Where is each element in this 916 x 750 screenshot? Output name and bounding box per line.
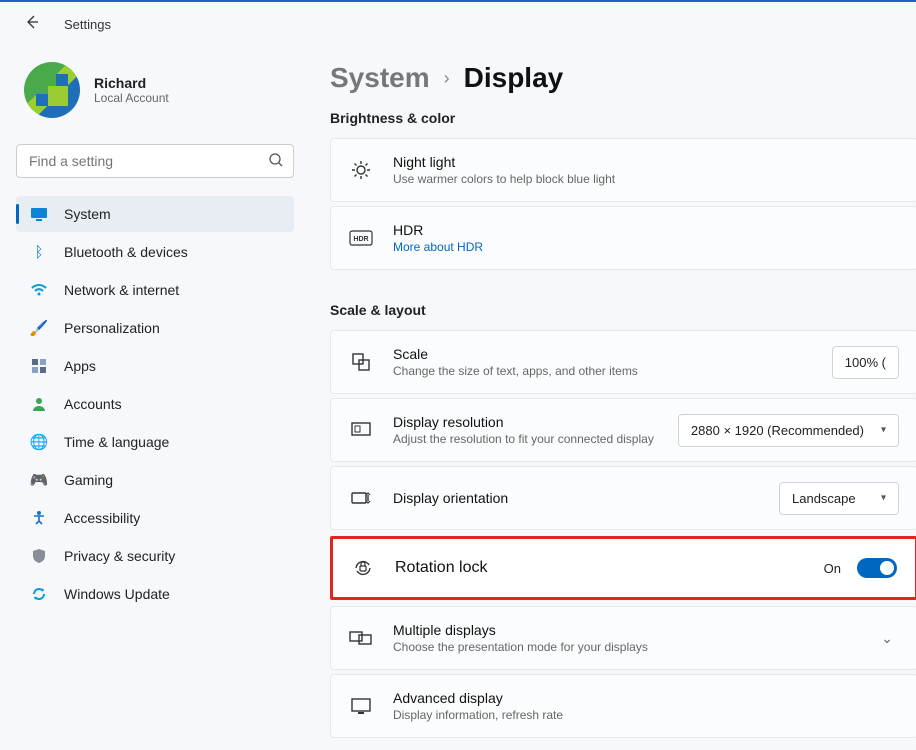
- nav-label: Personalization: [64, 320, 160, 336]
- nav-item-gaming[interactable]: 🎮 Gaming: [16, 462, 294, 498]
- main-content: System › Display Brightness & color Nigh…: [310, 46, 916, 750]
- sidebar: Richard Local Account System ᛒ Bluetooth …: [0, 46, 310, 750]
- nav-label: Bluetooth & devices: [64, 244, 188, 260]
- brush-icon: 🖌️: [30, 319, 48, 337]
- toggle-state-label: On: [824, 561, 841, 576]
- chevron-down-icon[interactable]: ⌄: [875, 630, 899, 647]
- scale-icon: [349, 350, 373, 374]
- nav-item-time[interactable]: 🌐 Time & language: [16, 424, 294, 460]
- nav-item-update[interactable]: Windows Update: [16, 576, 294, 612]
- nav-item-privacy[interactable]: Privacy & security: [16, 538, 294, 574]
- search-wrap: [16, 144, 294, 178]
- resolution-dropdown[interactable]: 2880 × 1920 (Recommended): [678, 414, 899, 447]
- card-sub: Display information, refresh rate: [393, 708, 899, 722]
- avatar: [24, 62, 80, 118]
- card-title: HDR: [393, 222, 899, 238]
- update-icon: [30, 585, 48, 603]
- nav-label: Accounts: [64, 396, 122, 412]
- card-multiple-displays[interactable]: Multiple displays Choose the presentatio…: [330, 606, 916, 670]
- card-scale[interactable]: Scale Change the size of text, apps, and…: [330, 330, 916, 394]
- rotation-lock-icon: [351, 556, 375, 580]
- wifi-icon: [30, 281, 48, 299]
- back-button[interactable]: [24, 14, 40, 35]
- section-brightness-title: Brightness & color: [330, 110, 916, 126]
- card-title: Advanced display: [393, 690, 899, 706]
- user-name: Richard: [94, 75, 169, 91]
- arrow-left-icon: [24, 14, 40, 30]
- card-title: Night light: [393, 154, 899, 170]
- multiple-displays-icon: [349, 626, 373, 650]
- card-orientation[interactable]: Display orientation Landscape: [330, 466, 916, 530]
- accessibility-icon: [30, 509, 48, 527]
- card-rotation-lock[interactable]: Rotation lock On: [330, 536, 916, 600]
- resolution-icon: [349, 418, 373, 442]
- card-sub: Choose the presentation mode for your di…: [393, 640, 855, 654]
- orientation-dropdown[interactable]: Landscape: [779, 482, 899, 515]
- nav-label: Privacy & security: [64, 548, 175, 564]
- card-title: Rotation lock: [395, 559, 804, 577]
- card-advanced-display[interactable]: Advanced display Display information, re…: [330, 674, 916, 738]
- rotation-lock-toggle[interactable]: [857, 558, 897, 578]
- card-title: Display orientation: [393, 490, 759, 506]
- chevron-right-icon: ›: [444, 68, 450, 89]
- user-block[interactable]: Richard Local Account: [16, 54, 294, 138]
- nav-item-system[interactable]: System: [16, 196, 294, 232]
- nav-item-bluetooth[interactable]: ᛒ Bluetooth & devices: [16, 234, 294, 270]
- nav-label: Accessibility: [64, 510, 140, 526]
- orientation-icon: [349, 486, 373, 510]
- nav-item-accessibility[interactable]: Accessibility: [16, 500, 294, 536]
- card-sub: Adjust the resolution to fit your connec…: [393, 432, 658, 446]
- breadcrumb: System › Display: [330, 62, 916, 94]
- card-title: Display resolution: [393, 414, 658, 430]
- breadcrumb-parent[interactable]: System: [330, 62, 430, 94]
- card-sub: Change the size of text, apps, and other…: [393, 364, 812, 378]
- person-icon: [30, 395, 48, 413]
- nav-label: Windows Update: [64, 586, 170, 602]
- card-sub: Use warmer colors to help block blue lig…: [393, 172, 899, 186]
- nav-item-network[interactable]: Network & internet: [16, 272, 294, 308]
- sun-icon: [349, 158, 373, 182]
- scale-value-button[interactable]: 100% (: [832, 346, 899, 379]
- globe-icon: 🌐: [30, 433, 48, 451]
- advanced-display-icon: [349, 694, 373, 718]
- nav-item-apps[interactable]: Apps: [16, 348, 294, 384]
- card-night-light[interactable]: Night light Use warmer colors to help bl…: [330, 138, 916, 202]
- search-input[interactable]: [16, 144, 294, 178]
- card-resolution[interactable]: Display resolution Adjust the resolution…: [330, 398, 916, 462]
- nav-item-personalization[interactable]: 🖌️ Personalization: [16, 310, 294, 346]
- nav-label: Apps: [64, 358, 96, 374]
- apps-icon: [30, 357, 48, 375]
- card-title: Multiple displays: [393, 622, 855, 638]
- nav-label: Time & language: [64, 434, 169, 450]
- hdr-link[interactable]: More about HDR: [393, 240, 899, 254]
- breadcrumb-current: Display: [464, 62, 564, 94]
- shield-icon: [30, 547, 48, 565]
- window-header: Settings: [0, 2, 916, 46]
- card-title: Scale: [393, 346, 812, 362]
- section-scale-title: Scale & layout: [330, 302, 916, 318]
- nav-item-accounts[interactable]: Accounts: [16, 386, 294, 422]
- search-icon: [268, 152, 284, 173]
- user-sub: Local Account: [94, 91, 169, 105]
- bluetooth-icon: ᛒ: [30, 243, 48, 261]
- monitor-icon: [30, 205, 48, 223]
- svg-text:HDR: HDR: [353, 236, 368, 243]
- header-title: Settings: [64, 17, 111, 32]
- nav-label: System: [64, 206, 111, 222]
- hdr-icon: HDR: [349, 226, 373, 250]
- nav-label: Gaming: [64, 472, 113, 488]
- nav-label: Network & internet: [64, 282, 179, 298]
- gamepad-icon: 🎮: [30, 471, 48, 489]
- nav-list: System ᛒ Bluetooth & devices Network & in…: [16, 196, 294, 612]
- card-hdr[interactable]: HDR HDR More about HDR: [330, 206, 916, 270]
